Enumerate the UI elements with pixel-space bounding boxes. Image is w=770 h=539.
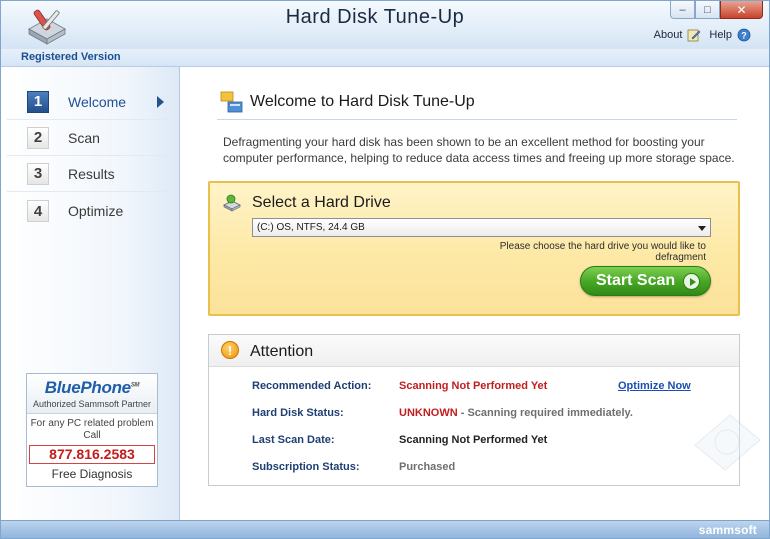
- bluephone-number: 877.816.2583: [29, 445, 155, 464]
- help-question-icon[interactable]: ?: [737, 28, 751, 42]
- sidebar-step-scan[interactable]: 2 Scan: [7, 120, 177, 156]
- maximize-button[interactable]: □: [695, 1, 720, 19]
- subscription-status-value: Purchased: [399, 461, 456, 473]
- step-number: 4: [27, 200, 49, 222]
- window-controls: – □ ✕: [670, 1, 763, 19]
- help-link[interactable]: Help: [709, 29, 732, 41]
- attention-panel: ! Attention Recommended Action: Scanning…: [208, 334, 761, 486]
- attention-header: ! Attention: [209, 335, 739, 367]
- bluephone-subtitle: Authorized Sammsoft Partner: [32, 399, 152, 409]
- attention-title: Attention: [250, 343, 314, 360]
- step-label: Scan: [68, 129, 100, 146]
- about-pencil-icon[interactable]: [687, 28, 701, 42]
- close-button[interactable]: ✕: [720, 1, 763, 19]
- last-scan-date-label: Last Scan Date:: [252, 434, 335, 446]
- recommended-action-label: Recommended Action:: [252, 380, 372, 392]
- about-help-links: About Help ?: [646, 28, 751, 42]
- app-window: Hard Disk Tune-Up – □ ✕ About Help ? Reg…: [0, 0, 770, 539]
- title-divider: [217, 119, 737, 120]
- bluephone-logo: BluePhoneSM: [44, 378, 140, 397]
- page-title: Welcome to Hard Disk Tune-Up: [250, 93, 475, 110]
- start-scan-label: Start Scan: [596, 272, 676, 289]
- about-link[interactable]: About: [654, 29, 683, 41]
- recommended-action-value: Scanning Not Performed Yet: [399, 380, 548, 392]
- bluephone-text: For any PC related problem Call: [30, 418, 154, 441]
- hard-disk-status-value: UNKNOWN - Scanning required immediately.: [399, 407, 633, 419]
- hard-disk-status-label: Hard Disk Status:: [252, 407, 344, 419]
- bluephone-header: BluePhoneSM Authorized Sammsoft Partner: [27, 374, 157, 414]
- bluephone-ad[interactable]: BluePhoneSM Authorized Sammsoft Partner …: [26, 373, 158, 487]
- disk-watermark-icon: [694, 414, 761, 471]
- step-label: Results: [68, 165, 115, 182]
- window-title: Hard Disk Tune-Up: [285, 6, 465, 28]
- select-drive-panel: Select a Hard Drive (C:) OS, NTFS, 24.4 …: [208, 181, 740, 316]
- welcome-icon: [220, 91, 243, 113]
- step-number: 1: [27, 90, 49, 113]
- start-scan-button[interactable]: Start Scan: [580, 266, 711, 296]
- registration-bar: Registered Version: [1, 49, 769, 67]
- title-bar[interactable]: Hard Disk Tune-Up – □ ✕ About Help ?: [1, 1, 769, 49]
- play-icon: [683, 273, 700, 290]
- sidebar-step-optimize[interactable]: 4 Optimize: [7, 193, 177, 229]
- svg-text:?: ?: [741, 31, 747, 41]
- chevron-right-icon: [157, 96, 164, 108]
- bluephone-free-diagnosis: Free Diagnosis: [51, 467, 133, 481]
- sammsoft-logo: sammsoft: [698, 523, 757, 537]
- intro-text: Defragmenting your hard disk has been sh…: [223, 135, 735, 165]
- step-number: 2: [27, 126, 49, 149]
- status-bar: sammsoft: [1, 520, 769, 538]
- sidebar: 1 Welcome 2 Scan 3 Results 4 Optimize Bl…: [1, 67, 180, 520]
- drive-select-dropdown[interactable]: (C:) OS, NTFS, 24.4 GB: [252, 218, 711, 237]
- subscription-status-label: Subscription Status:: [252, 461, 360, 473]
- step-label: Optimize: [68, 203, 124, 219]
- chevron-down-icon: [698, 226, 706, 231]
- minimize-button[interactable]: –: [670, 1, 695, 19]
- sidebar-step-results[interactable]: 3 Results: [7, 156, 177, 192]
- drive-hint-text: Please choose the hard drive you would l…: [499, 241, 706, 263]
- main-panel: Welcome to Hard Disk Tune-Up Defragmenti…: [181, 67, 769, 520]
- warning-icon: !: [221, 341, 239, 359]
- last-scan-date-value: Scanning Not Performed Yet: [399, 434, 548, 446]
- hard-drive-icon: [223, 194, 241, 212]
- drive-select-value: (C:) OS, NTFS, 24.4 GB: [257, 222, 365, 233]
- step-number: 3: [27, 162, 49, 185]
- registration-label: Registered Version: [21, 51, 121, 63]
- sidebar-step-welcome[interactable]: 1 Welcome: [7, 84, 177, 120]
- select-drive-title: Select a Hard Drive: [252, 194, 391, 211]
- optimize-now-link[interactable]: Optimize Now: [618, 380, 691, 392]
- step-label: Welcome: [68, 93, 127, 110]
